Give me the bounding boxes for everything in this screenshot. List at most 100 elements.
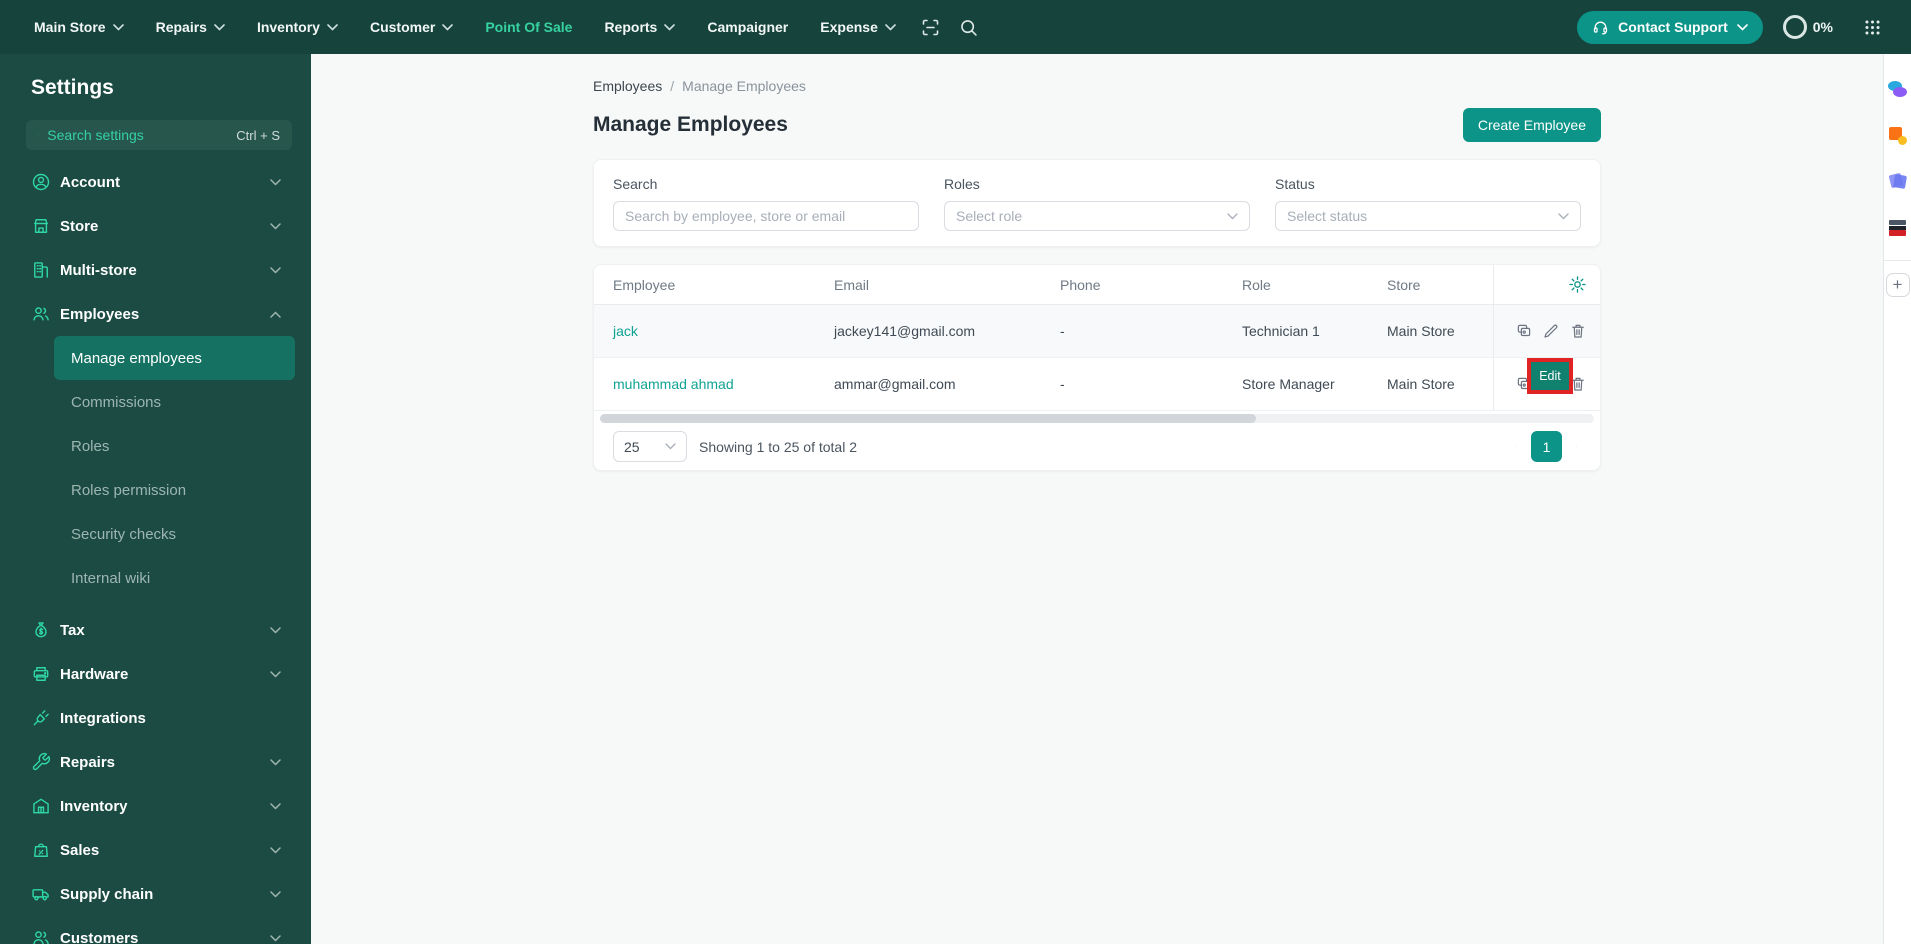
gear-icon[interactable] — [1568, 275, 1587, 294]
chevron-down-icon — [664, 23, 676, 31]
nav-item-repairs[interactable]: Repairs — [140, 0, 241, 54]
sidebar-nav-list: Account Store Multi-store Employees — [0, 160, 311, 336]
sidebar-subitem-commissions[interactable]: Commissions — [0, 380, 311, 424]
usage-ring-icon — [1782, 15, 1807, 39]
sidebar-item-employees[interactable]: Employees — [0, 292, 311, 336]
row-actions-cell — [1493, 305, 1600, 357]
page-title: Manage Employees — [593, 113, 788, 136]
scrollbar-thumb[interactable] — [600, 414, 1257, 423]
sidebar-item-integrations[interactable]: Integrations — [0, 696, 311, 740]
chevron-down-icon — [270, 758, 281, 766]
contact-support-button[interactable]: Contact Support — [1577, 10, 1763, 44]
chevron-down-icon — [112, 23, 124, 31]
sidebar-item-label: Account — [60, 173, 120, 191]
sidebar-item-account[interactable]: Account — [0, 160, 311, 204]
cell-employee-name[interactable]: jack — [594, 323, 834, 339]
sidebar-subitem-security-checks[interactable]: Security checks — [0, 512, 311, 556]
status-select[interactable]: Select status — [1275, 201, 1581, 231]
duplicate-icon[interactable] — [1515, 322, 1533, 340]
sidebar-item-customers[interactable]: Customers — [0, 916, 311, 944]
store-icon — [34, 219, 48, 233]
add-extension-button[interactable]: + — [1885, 273, 1910, 297]
settings-search-input[interactable] — [47, 127, 229, 143]
multi-store-icon — [34, 262, 48, 278]
sidebar-subitem-manage-employees[interactable]: Manage employees — [54, 336, 295, 380]
sidebar-item-supply-chain[interactable]: Supply chain — [0, 872, 311, 916]
edit-tooltip-button[interactable]: Edit — [1531, 362, 1569, 390]
sidebar-item-label: Integrations — [60, 709, 146, 727]
chevron-down-icon — [885, 23, 896, 31]
sidebar-item-hardware[interactable]: Hardware — [0, 652, 311, 696]
previous-page-icon[interactable] — [1512, 440, 1521, 454]
cell-email: ammar@gmail.com — [834, 376, 956, 392]
chevron-down-icon — [270, 178, 281, 186]
employee-search-input[interactable] — [613, 201, 919, 231]
chat-bubbles-extension-icon[interactable] — [1887, 80, 1908, 100]
sidebar-subitem-roles-permission[interactable]: Roles permission — [0, 468, 311, 512]
nav-item-point-of-sale[interactable]: Point Of Sale — [469, 0, 588, 54]
nav-item-label: Campaigner — [707, 19, 789, 35]
sidebar-item-store[interactable]: Store — [0, 204, 311, 248]
search-icon[interactable] — [950, 0, 988, 54]
cell-email: jackey141@gmail.com — [834, 323, 976, 339]
subitem-label: Roles — [71, 437, 110, 455]
role-select[interactable]: Select role — [944, 201, 1250, 231]
sidebar-item-repairs[interactable]: Repairs — [0, 740, 311, 784]
create-employee-button[interactable]: Create Employee — [1462, 108, 1601, 142]
sidebar-item-multi-store[interactable]: Multi-store — [0, 248, 311, 292]
sidebar-subitem-internal-wiki[interactable]: Internal wiki — [0, 556, 311, 600]
chevron-down-icon — [270, 626, 281, 634]
apps-grid-icon[interactable] — [1853, 0, 1891, 54]
shopping-bag-icon — [34, 843, 48, 857]
sidebar-item-label: Supply chain — [60, 885, 154, 903]
wrench-icon — [32, 752, 51, 771]
next-page-icon[interactable] — [1572, 440, 1581, 454]
topbar-right-cluster: Contact Support 0% — [1577, 0, 1911, 54]
sidebar-item-tax[interactable]: Tax — [0, 608, 311, 652]
page-size-select[interactable]: 25 — [613, 431, 687, 462]
cell-employee-name[interactable]: muhammad ahmad — [594, 376, 834, 392]
sidebar-item-inventory[interactable]: Inventory — [0, 784, 311, 828]
breadcrumb-separator: / — [670, 78, 675, 94]
sidebar-item-label: Employees — [60, 305, 140, 323]
chevron-down-icon — [270, 934, 281, 942]
nav-item-reports[interactable]: Reports — [588, 0, 691, 54]
nav-item-main-store[interactable]: Main Store — [18, 0, 140, 54]
chevron-down-icon — [1558, 212, 1569, 219]
customers-icon — [33, 931, 49, 944]
sidebar-item-sales[interactable]: Sales — [0, 828, 311, 872]
usage-indicator[interactable]: 0% — [1782, 15, 1833, 39]
main-content: Employees / Manage Employees Manage Empl… — [311, 54, 1883, 944]
current-page-button[interactable]: 1 — [1531, 431, 1562, 462]
cell-store: Main Store — [1387, 376, 1455, 392]
nav-item-campaigner[interactable]: Campaigner — [691, 0, 804, 54]
sidebar-subitem-roles[interactable]: Roles — [0, 424, 311, 468]
nav-item-customer[interactable]: Customer — [354, 0, 469, 54]
settings-sidebar: Settings Ctrl + S Account Store Multi-st… — [0, 54, 311, 944]
orange-square-extension-icon[interactable] — [1888, 126, 1908, 146]
chevron-down-icon — [270, 670, 281, 678]
sidebar-item-label: Repairs — [60, 753, 116, 771]
breadcrumb: Employees / Manage Employees — [593, 78, 1601, 94]
contact-support-label: Contact Support — [1618, 19, 1728, 35]
settings-search-box[interactable]: Ctrl + S — [26, 120, 292, 150]
horizontal-scrollbar[interactable] — [600, 414, 1594, 423]
purple-notes-extension-icon[interactable] — [1888, 172, 1908, 192]
printer-icon — [33, 667, 49, 681]
nav-item-inventory[interactable]: Inventory — [241, 0, 354, 54]
sidebar-item-label: Sales — [60, 841, 100, 859]
page-size-value: 25 — [624, 438, 640, 455]
status-filter-label: Status — [1275, 176, 1315, 192]
delete-trash-icon[interactable] — [1569, 322, 1587, 340]
nav-item-label: Main Store — [34, 19, 106, 35]
breadcrumb-employees-link[interactable]: Employees — [593, 78, 662, 94]
nav-item-label: Expense — [820, 19, 878, 35]
chevron-down-icon — [1227, 212, 1238, 219]
edit-pencil-icon[interactable] — [1542, 322, 1560, 340]
search-filter-label: Search — [613, 176, 658, 192]
nav-item-expense[interactable]: Expense — [804, 0, 912, 54]
pagination-summary: Showing 1 to 25 of total 2 — [699, 438, 857, 455]
stacked-bars-extension-icon[interactable] — [1888, 218, 1908, 238]
strip-divider — [1884, 260, 1911, 261]
barcode-scan-icon[interactable] — [912, 0, 950, 54]
